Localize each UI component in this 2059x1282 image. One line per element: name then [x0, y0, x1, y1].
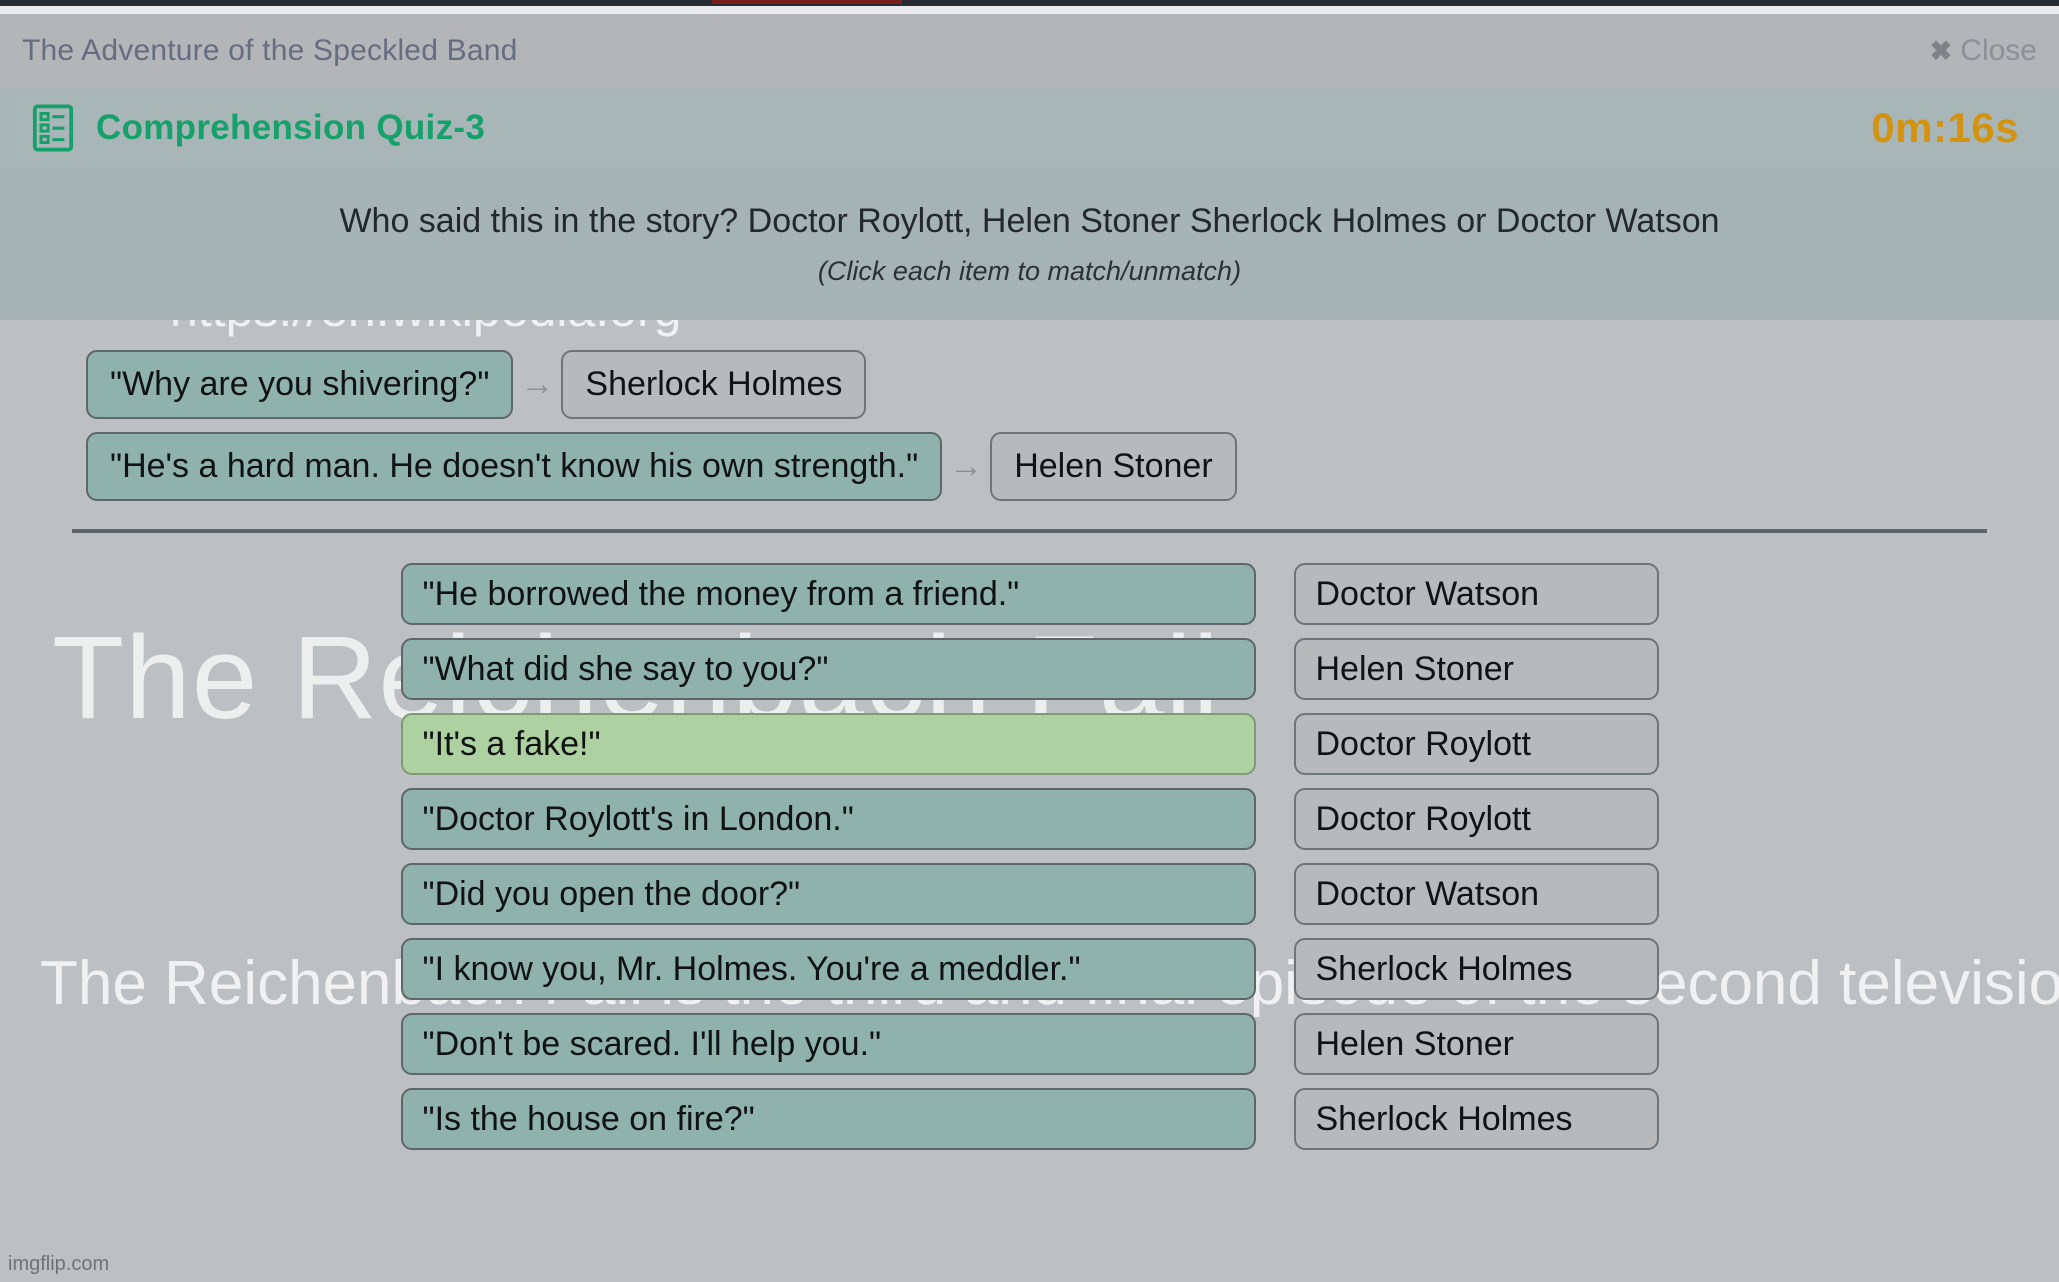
- quote-option[interactable]: "He borrowed the money from a friend.": [400, 563, 1256, 626]
- quiz-timer: 0m:16s: [1871, 104, 2019, 151]
- quote-option[interactable]: "What did she say to you?": [400, 638, 1256, 701]
- names-column: Doctor Watson Helen Stoner Doctor Roylott D…: [1293, 563, 1659, 1163]
- quiz-window: The Reichenbach Fall The Reichenbach Fal…: [0, 0, 2059, 1282]
- quote-option[interactable]: "It's a fake!": [400, 713, 1256, 776]
- question-band: Who said this in the story? Doctor Roylo…: [0, 168, 2059, 320]
- clipboard-list-icon: [32, 104, 74, 152]
- name-option[interactable]: Sherlock Holmes: [1293, 938, 1659, 1001]
- matched-pairs-list: "Why are you shivering?" → Sherlock Holmes…: [0, 320, 2059, 502]
- close-button[interactable]: ✖ Close: [1930, 34, 2037, 68]
- arrow-right-icon: →: [520, 365, 555, 404]
- matched-pair-row: "Why are you shivering?" → Sherlock Holmes: [86, 350, 2059, 420]
- matched-answer-chip[interactable]: Helen Stoner: [990, 432, 1237, 502]
- matched-answer-chip[interactable]: Sherlock Holmes: [561, 350, 867, 420]
- name-option[interactable]: Doctor Watson: [1293, 563, 1659, 626]
- quote-option[interactable]: "Did you open the door?": [400, 863, 1256, 926]
- quiz-title: Comprehension Quiz-3: [96, 108, 486, 147]
- top-light-strip: [0, 6, 2059, 14]
- quiz-body: "Why are you shivering?" → Sherlock Holmes…: [0, 320, 2059, 1282]
- arrow-right-icon: →: [949, 447, 984, 486]
- quote-option[interactable]: "Is the house on fire?": [400, 1088, 1256, 1151]
- quiz-header: Comprehension Quiz-3 0m:16s: [14, 92, 2045, 164]
- question-hint: (Click each item to match/unmatch): [817, 255, 1242, 286]
- name-option[interactable]: Doctor Watson: [1293, 863, 1659, 926]
- quote-option[interactable]: "Don't be scared. I'll help you.": [400, 1013, 1256, 1076]
- name-option[interactable]: Helen Stoner: [1293, 638, 1659, 701]
- name-option[interactable]: Doctor Roylott: [1293, 788, 1659, 851]
- matching-columns: "He borrowed the money from a friend." "W…: [0, 563, 2059, 1163]
- section-divider: [72, 529, 1987, 534]
- top-red-strip: [712, 0, 902, 4]
- name-option[interactable]: Doctor Roylott: [1293, 713, 1659, 776]
- question-prompt: Who said this in the story? Doctor Roylo…: [339, 202, 1720, 241]
- window-titlebar: The Adventure of the Speckled Band ✖ Clo…: [0, 14, 2059, 88]
- close-icon: ✖: [1929, 35, 1953, 66]
- quotes-column: "He borrowed the money from a friend." "W…: [400, 563, 1256, 1163]
- name-option[interactable]: Helen Stoner: [1293, 1013, 1659, 1076]
- quote-option[interactable]: "I know you, Mr. Holmes. You're a meddle…: [400, 938, 1256, 1001]
- imgflip-watermark: imgflip.com: [8, 1253, 110, 1275]
- name-option[interactable]: Sherlock Holmes: [1293, 1088, 1659, 1151]
- close-button-label: Close: [1960, 34, 2037, 67]
- matched-quote-chip[interactable]: "He's a hard man. He doesn't know his ow…: [86, 432, 943, 502]
- matched-pair-row: "He's a hard man. He doesn't know his ow…: [86, 432, 2059, 502]
- page-title: The Adventure of the Speckled Band: [22, 34, 518, 67]
- quote-option[interactable]: "Doctor Roylott's in London.": [400, 788, 1256, 851]
- matched-quote-chip[interactable]: "Why are you shivering?": [86, 350, 514, 420]
